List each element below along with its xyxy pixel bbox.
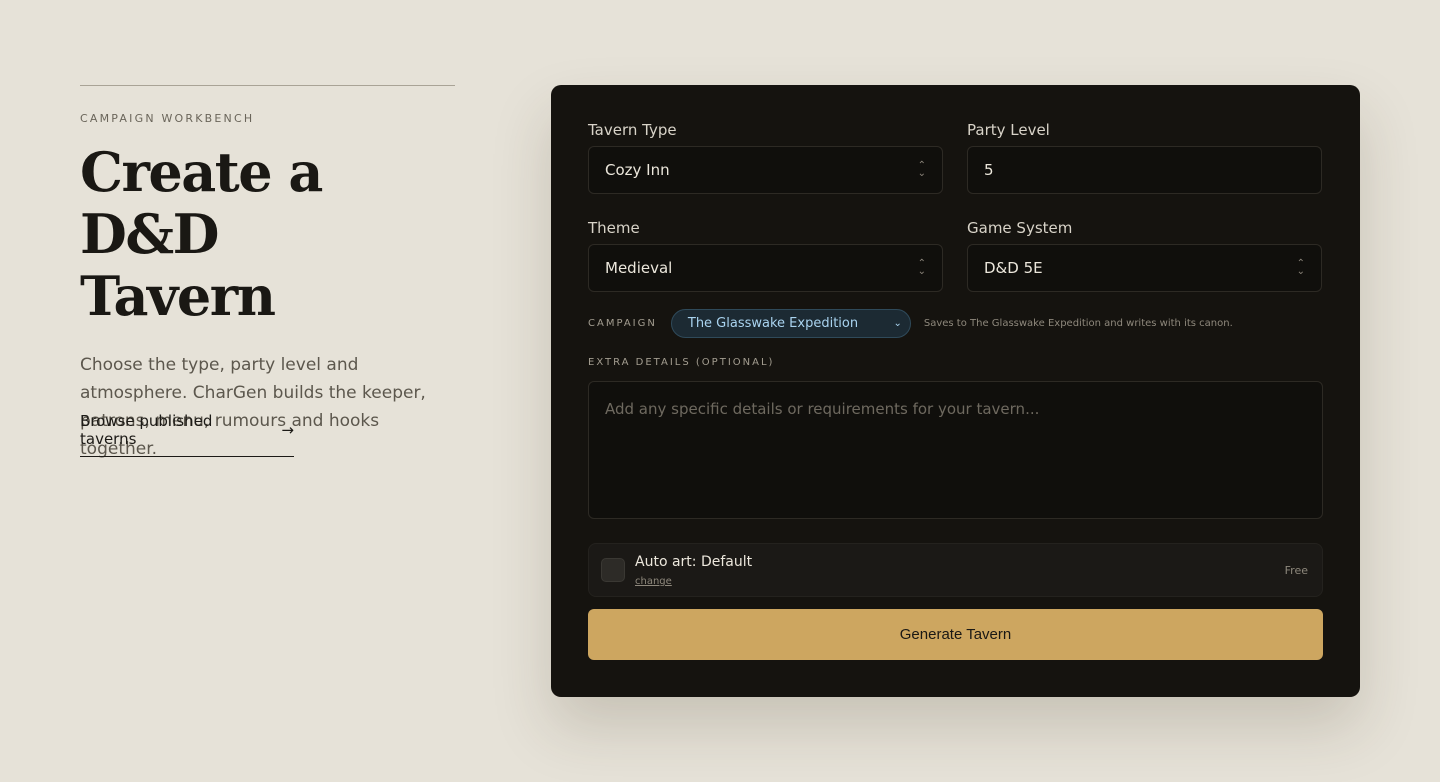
top-divider (80, 85, 455, 86)
tavern-type-select[interactable]: Cozy Inn ⌃ ⌄ (588, 146, 943, 194)
generate-tavern-button[interactable]: Generate Tavern (588, 609, 1323, 660)
browse-taverns-label: Browse published taverns (80, 412, 213, 448)
tavern-form-card: Tavern Type Cozy Inn ⌃ ⌄ Party Level 5 Th… (551, 85, 1360, 697)
tavern-type-label: Tavern Type (588, 121, 677, 139)
auto-art-row: Auto art: Default change Free (588, 543, 1323, 597)
extra-details-label: EXTRA DETAILS (OPTIONAL) (588, 357, 775, 368)
title-line-2: Tavern (80, 264, 276, 328)
chevron-up-down-icon: ⌃ ⌄ (917, 160, 926, 179)
eyebrow-label: CAMPAIGN WORKBENCH (80, 112, 255, 125)
title-line-1: Create a D&D (80, 140, 323, 266)
extra-details-placeholder: Add any specific details or requirements… (605, 400, 1040, 418)
auto-art-change-link[interactable]: change (635, 576, 672, 587)
campaign-label: CAMPAIGN (588, 317, 657, 329)
party-level-value: 5 (984, 161, 994, 179)
game-system-label: Game System (967, 219, 1073, 237)
theme-select[interactable]: Medieval ⌃ ⌄ (588, 244, 943, 292)
page-title: Create a D&D Tavern (80, 141, 455, 327)
campaign-select[interactable]: The Glasswake Expedition ⌄ (670, 308, 911, 338)
browse-taverns-link[interactable]: Browse published taverns → (80, 412, 294, 457)
party-level-label: Party Level (967, 121, 1050, 139)
chevron-up-down-icon: ⌃ ⌄ (1296, 258, 1305, 277)
party-level-input[interactable]: 5 (967, 146, 1322, 194)
game-system-select[interactable]: D&D 5E ⌃ ⌄ (967, 244, 1322, 292)
extra-details-textarea[interactable]: Add any specific details or requirements… (588, 381, 1323, 519)
hero-section: CAMPAIGN WORKBENCH Create a D&D Tavern C… (80, 85, 455, 463)
theme-label: Theme (588, 219, 640, 237)
campaign-value: The Glasswake Expedition (687, 315, 859, 331)
chevron-up-down-icon: ⌃ ⌄ (917, 258, 926, 277)
auto-art-checkbox[interactable] (601, 558, 625, 582)
auto-art-price: Free (1284, 564, 1308, 577)
campaign-note: Saves to The Glasswake Expedition and wr… (923, 317, 1233, 329)
tavern-type-value: Cozy Inn (605, 161, 670, 179)
theme-value: Medieval (605, 259, 673, 277)
arrow-right-icon: → (281, 421, 294, 439)
chevron-down-icon: ⌄ (893, 317, 902, 329)
game-system-value: D&D 5E (984, 259, 1043, 277)
campaign-row: CAMPAIGN The Glasswake Expedition ⌄ Save… (588, 308, 1233, 338)
auto-art-title: Auto art: Default (635, 554, 753, 570)
